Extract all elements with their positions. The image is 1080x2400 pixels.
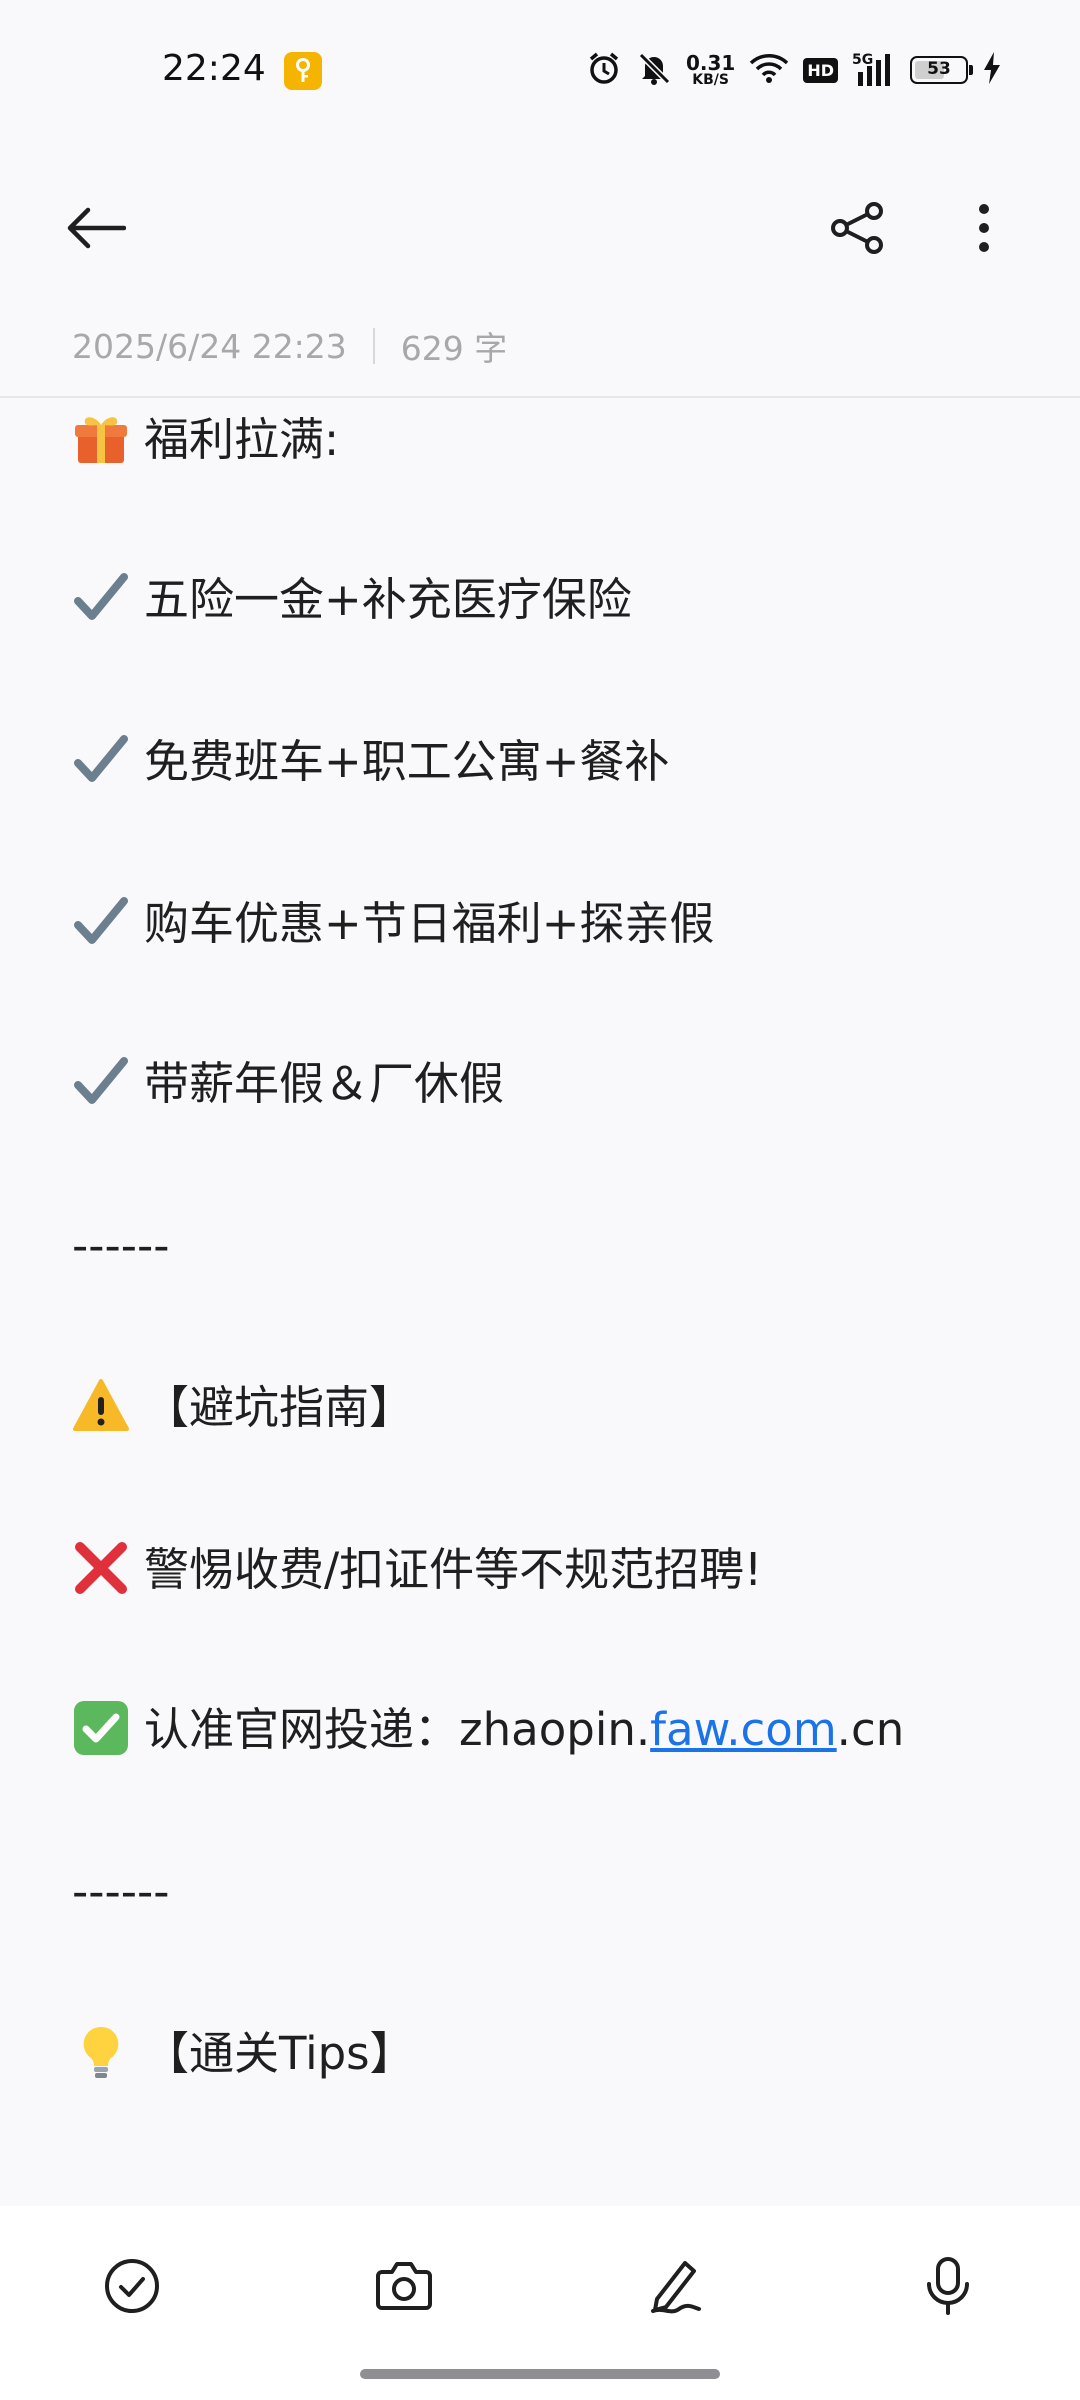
note-line: ------	[72, 1214, 169, 1278]
battery-icon: 53	[910, 56, 973, 84]
note-line: 【避坑指南】	[72, 1376, 414, 1440]
note-line: 福利拉满:	[72, 408, 339, 472]
note-line: 【通关Tips】	[72, 2022, 415, 2086]
status-bar: 22:24 0.31 KB/S HD 5G 53	[0, 0, 1080, 140]
handwriting-icon	[651, 2261, 701, 2314]
voice-input-button[interactable]	[908, 2246, 988, 2326]
back-button[interactable]	[56, 188, 136, 268]
charging-icon	[982, 51, 1002, 89]
net-speed-unit: KB/S	[692, 72, 729, 88]
website-link[interactable]: faw.com	[650, 1703, 837, 1756]
hd-badge: HD	[803, 57, 838, 83]
light-bulb-icon	[83, 2026, 119, 2078]
camera-icon	[376, 2262, 432, 2310]
checklist-button[interactable]	[92, 2246, 172, 2326]
more-options-button[interactable]	[944, 188, 1024, 268]
bottom-toolbar	[0, 2206, 1080, 2400]
note-line-text: 认准官网投递：zhaopin.	[144, 1703, 651, 1756]
net-speed-value: 0.31	[685, 51, 736, 75]
check-mark-icon	[74, 735, 128, 782]
check-box-icon	[74, 1701, 128, 1755]
note-screen: 22:24 0.31 KB/S HD 5G 53 2025/6/24 22:23…	[0, 0, 1080, 2400]
share-button[interactable]	[818, 188, 898, 268]
microphone-icon	[927, 2257, 969, 2315]
note-line: 警惕收费/扣证件等不规范招聘!	[72, 1538, 762, 1602]
app-bar	[0, 160, 1080, 290]
battery-level: 53	[927, 59, 951, 79]
net-speed: 0.31 KB/S	[686, 53, 735, 87]
status-icons: 0.31 KB/S HD 5G 53	[586, 50, 1002, 90]
cross-mark-icon	[75, 1542, 127, 1594]
note-line-text: 福利拉满:	[144, 413, 340, 466]
mute-icon	[636, 50, 672, 90]
word-count: 629 字	[400, 329, 508, 368]
check-mark-icon	[74, 897, 128, 944]
note-line-text-suffix: .cn	[836, 1703, 905, 1756]
share-icon	[831, 202, 883, 254]
checklist-icon	[105, 2259, 159, 2313]
note-body[interactable]: 福利拉满: 五险一金+补充医疗保险 免费班车+职工公寓+餐补 购车优惠+节日福利…	[72, 398, 1032, 2206]
status-time: 22:24	[162, 48, 266, 89]
wifi-icon	[749, 52, 789, 88]
note-datetime: 2025/6/24 22:23	[72, 326, 347, 366]
note-line: 免费班车+职工公寓+餐补	[72, 730, 669, 794]
note-line: 认准官网投递：zhaopin.faw.com.cn	[72, 1698, 904, 1762]
note-line-text: 带薪年假＆厂休假	[144, 1057, 505, 1110]
key-icon	[284, 52, 322, 90]
meta-separator	[372, 328, 375, 364]
check-mark-icon	[74, 1057, 128, 1104]
note-meta: 2025/6/24 22:23 629 字	[72, 322, 507, 370]
more-vertical-icon	[979, 204, 989, 252]
note-line: 带薪年假＆厂休假	[72, 1052, 504, 1116]
note-line-text: 五险一金+补充医疗保险	[144, 573, 632, 626]
content-fade	[72, 2176, 1032, 2206]
back-arrow-icon	[67, 207, 126, 249]
note-line: 购车优惠+节日福利+探亲假	[72, 892, 714, 956]
note-separator: ------	[72, 1219, 170, 1272]
note-line-text: 警惕收费/扣证件等不规范招聘!	[144, 1543, 763, 1596]
note-line: 五险一金+补充医疗保险	[72, 568, 632, 632]
signal-icon: 5G	[852, 52, 896, 88]
note-line-text: 免费班车+职工公寓+餐补	[144, 735, 670, 788]
home-indicator[interactable]	[360, 2369, 720, 2379]
note-line-text: 【避坑指南】	[144, 1381, 415, 1434]
camera-button[interactable]	[364, 2246, 444, 2326]
handwriting-button[interactable]	[636, 2246, 716, 2326]
warning-icon	[73, 1379, 129, 1431]
check-mark-icon	[74, 573, 128, 620]
gift-icon	[75, 417, 127, 463]
note-separator: ------	[72, 1865, 170, 1918]
note-line-text: 【通关Tips】	[144, 2027, 415, 2080]
note-line-text: 购车优惠+节日福利+探亲假	[144, 897, 715, 950]
alarm-icon	[586, 50, 622, 90]
note-line: ------	[72, 1860, 169, 1924]
